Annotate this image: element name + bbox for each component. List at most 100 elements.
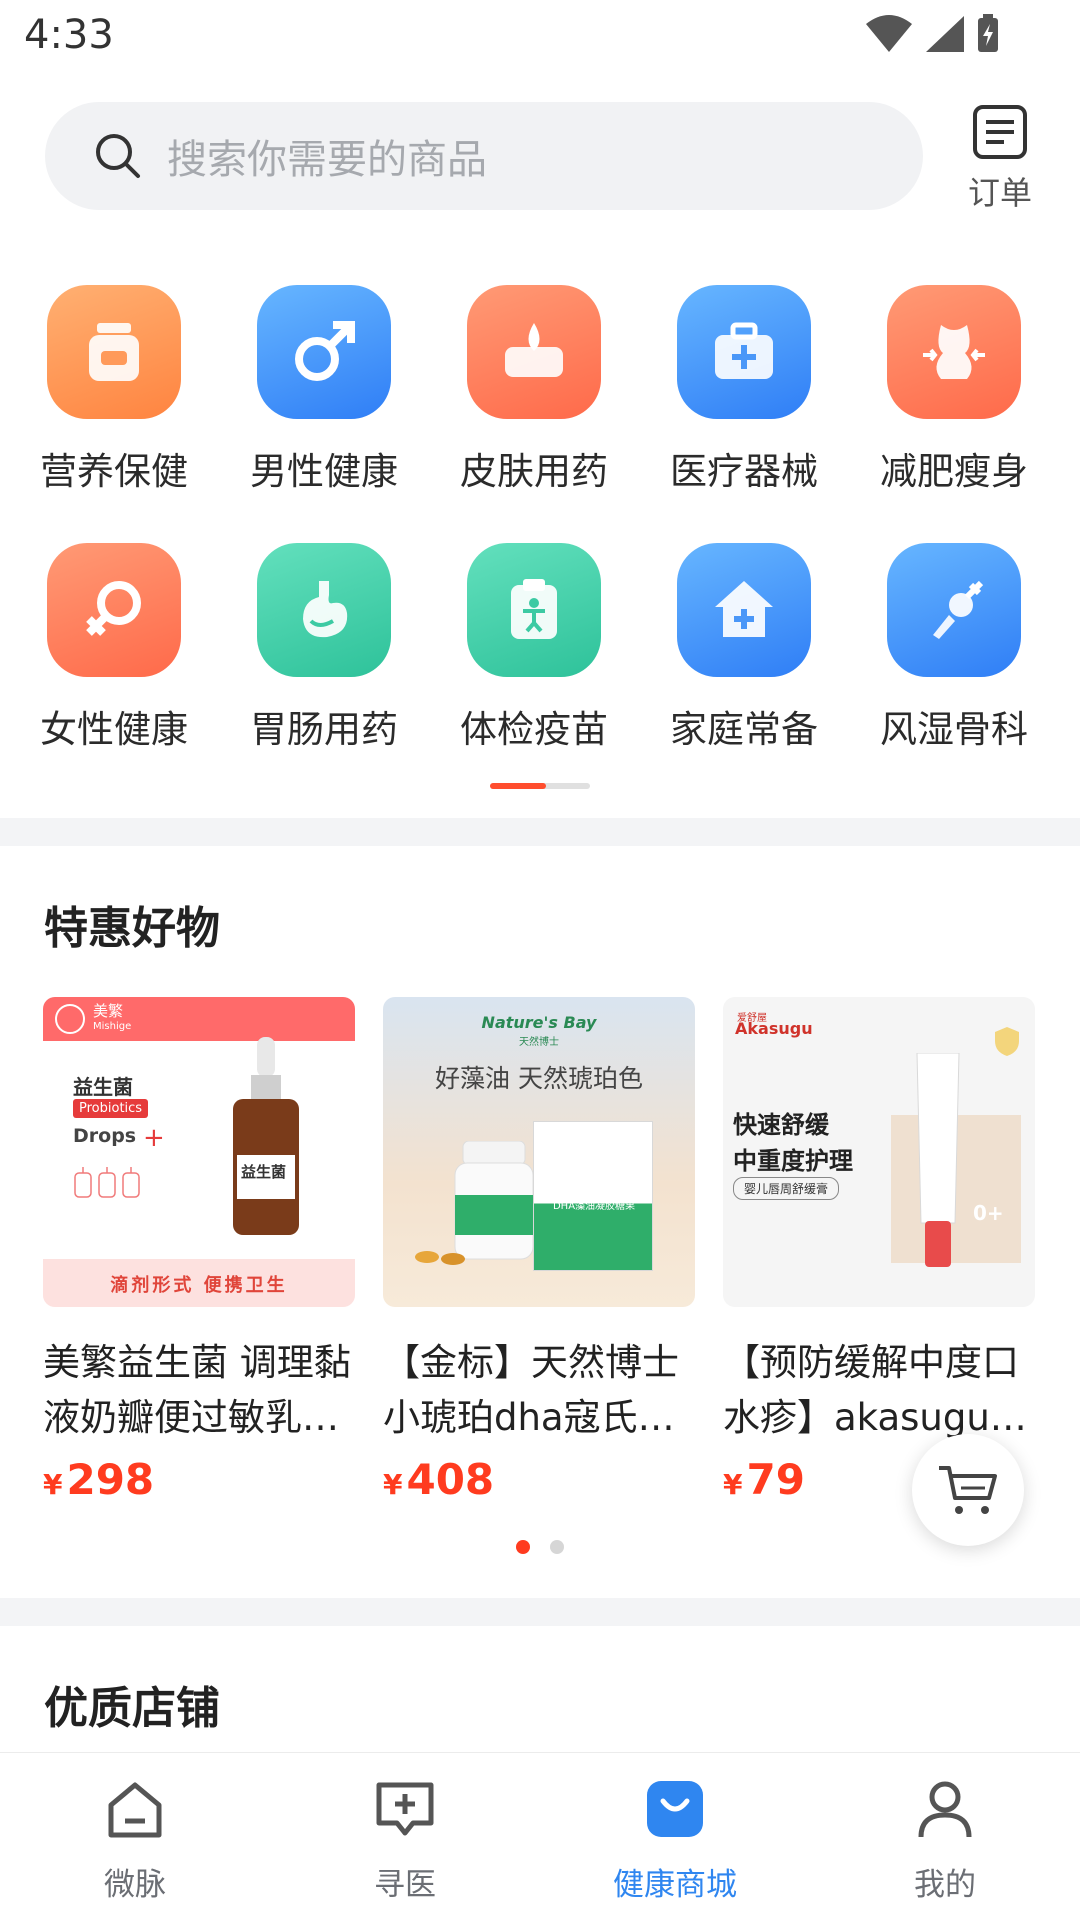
product-age: 0+ [973, 1201, 1004, 1225]
deals-title: 特惠好物 [44, 903, 220, 954]
nav-label: 健康商城 [613, 1867, 737, 1903]
product-name: 【金标】天然博士小琥珀dha寇氏… [383, 1341, 679, 1439]
product-price: ¥298 [43, 1455, 355, 1504]
category-label: 体检疫苗 [460, 708, 608, 751]
category-label: 营养保健 [40, 450, 188, 493]
nav-tab-weimai[interactable]: 微脉 [35, 1777, 235, 1904]
shops-title: 优质店铺 [44, 1683, 220, 1734]
category-label: 皮肤用药 [460, 450, 608, 493]
page-indicator-active [490, 783, 546, 789]
battery-icon [978, 14, 998, 52]
softgel-capsules-icon [415, 1251, 465, 1265]
nav-label: 微脉 [104, 1867, 166, 1903]
supplement-bottle-icon [454, 1141, 534, 1260]
category-gastro[interactable]: 胃肠用药 [219, 543, 429, 753]
orders-icon [973, 105, 1027, 159]
product-card[interactable]: Nature's Bay 天然博士 好藻油 天然琥珀色 DHA藻油凝胶糖果 【金… [383, 997, 695, 1504]
nav-label: 我的 [914, 1867, 976, 1903]
checkup-clipboard-icon [467, 543, 601, 677]
plus-decoration-icon: + [143, 1123, 165, 1153]
status-time: 4:33 [24, 12, 114, 58]
product-brand: Akasugu [735, 1019, 813, 1038]
product-tag: 婴儿唇周舒缓膏 [733, 1177, 840, 1200]
section-divider [0, 818, 1080, 846]
product-card[interactable]: 美繁 Mishige 益生菌 Probiotics Drops + 益生菌 滴剂… [43, 997, 355, 1504]
product-name: 美繁益生菌 调理黏液奶瓣便过敏乳… [43, 1341, 351, 1439]
carousel-dot [550, 1540, 564, 1554]
product-brand-en: Mishige [93, 1021, 132, 1032]
cream-tube-icon [916, 1053, 960, 1267]
product-image[interactable]: 美繁 Mishige 益生菌 Probiotics Drops + 益生菌 滴剂… [43, 997, 355, 1307]
nav-tab-health-mall[interactable]: 健康商城 [575, 1777, 775, 1904]
category-label: 家庭常备 [670, 708, 818, 751]
skin-drop-icon [467, 285, 601, 419]
category-label: 胃肠用药 [250, 708, 398, 751]
product-drops: Drops [73, 1125, 137, 1147]
nav-label: 寻医 [374, 1867, 436, 1903]
product-card[interactable]: 爱舒屋 Akasugu 快速舒缓 中重度护理 婴儿唇周舒缓膏 0+ 【预防缓解中… [723, 997, 1035, 1504]
orders-button[interactable]: 订单 [960, 100, 1040, 212]
product-brand: 美繁 [93, 1002, 124, 1020]
category-nutrition[interactable]: 营养保健 [9, 285, 219, 495]
signal-icon [926, 16, 964, 52]
orders-label: 订单 [967, 174, 1032, 212]
nutrition-jar-icon [47, 285, 181, 419]
shopping-bag-icon [647, 1781, 703, 1837]
category-label: 风湿骨科 [880, 708, 1028, 751]
product-heading: 益生菌 [73, 1075, 133, 1099]
wifi-icon [866, 15, 912, 52]
category-label: 男性健康 [250, 450, 398, 493]
product-image[interactable]: Nature's Bay 天然博士 好藻油 天然琥珀色 DHA藻油凝胶糖果 [383, 997, 695, 1307]
search-placeholder: 搜索你需要的商品 [167, 137, 487, 183]
user-icon [918, 1781, 972, 1838]
female-symbol-icon [47, 543, 181, 677]
currency-symbol: ¥ [383, 1468, 403, 1501]
category-skin[interactable]: 皮肤用药 [429, 285, 639, 495]
currency-symbol: ¥ [723, 1468, 743, 1501]
bottom-nav: 微脉 寻医 健康商城 我的 [0, 1752, 1080, 1920]
stomach-icon [257, 543, 391, 677]
category-label: 减肥瘦身 [880, 450, 1028, 493]
carousel-dot-active [516, 1540, 530, 1554]
category-label: 医疗器械 [670, 450, 818, 493]
category-label: 女性健康 [40, 708, 188, 751]
nav-tab-mine[interactable]: 我的 [845, 1777, 1045, 1904]
product-line1: 快速舒缓 [733, 1111, 829, 1139]
product-line2: 中重度护理 [733, 1147, 853, 1175]
carousel-dots [516, 1540, 564, 1554]
product-box-label: DHA藻油凝胶糖果 [552, 1201, 636, 1212]
product-tag: Probiotics [73, 1099, 149, 1118]
category-male-health[interactable]: 男性健康 [219, 285, 429, 495]
price-value: 408 [406, 1455, 495, 1504]
search-input[interactable]: 搜索你需要的商品 [45, 102, 923, 210]
product-image[interactable]: 爱舒屋 Akasugu 快速舒缓 中重度护理 婴儿唇周舒缓膏 0+ [723, 997, 1035, 1307]
category-page-indicator [490, 783, 590, 789]
bottle-label: 益生菌 [241, 1163, 287, 1181]
shield-badge-icon [995, 1027, 1019, 1056]
category-checkup-vaccine[interactable]: 体检疫苗 [429, 543, 639, 753]
status-icons [866, 14, 1000, 54]
price-value: 79 [746, 1455, 805, 1504]
currency-symbol: ¥ [43, 1468, 63, 1501]
consult-icon [376, 1782, 434, 1836]
category-medical-devices[interactable]: 医疗器械 [639, 285, 849, 495]
product-name: 【预防缓解中度口水疹】akasugu… [723, 1341, 1027, 1439]
bottles-outline-icon [74, 1167, 140, 1198]
category-rheumatism-ortho[interactable]: 风湿骨科 [849, 543, 1059, 753]
product-headline: 好藻油 天然琥珀色 [435, 1064, 643, 1093]
category-slimming[interactable]: 减肥瘦身 [849, 285, 1059, 495]
dropper-bottle-icon [233, 1037, 299, 1235]
medical-kit-icon [677, 285, 811, 419]
category-home-essentials[interactable]: 家庭常备 [639, 543, 849, 753]
product-brand: Nature's Bay [481, 1013, 597, 1032]
male-symbol-icon [257, 285, 391, 419]
status-bar: 4:33 [0, 0, 1080, 72]
home-medical-icon [677, 543, 811, 677]
category-female-health[interactable]: 女性健康 [9, 543, 219, 753]
bone-joint-icon [887, 543, 1021, 677]
home-icon [108, 1782, 162, 1838]
nav-tab-find-doctor[interactable]: 寻医 [305, 1777, 505, 1904]
price-value: 298 [66, 1455, 155, 1504]
search-icon [96, 134, 140, 178]
cart-button[interactable] [912, 1434, 1024, 1546]
